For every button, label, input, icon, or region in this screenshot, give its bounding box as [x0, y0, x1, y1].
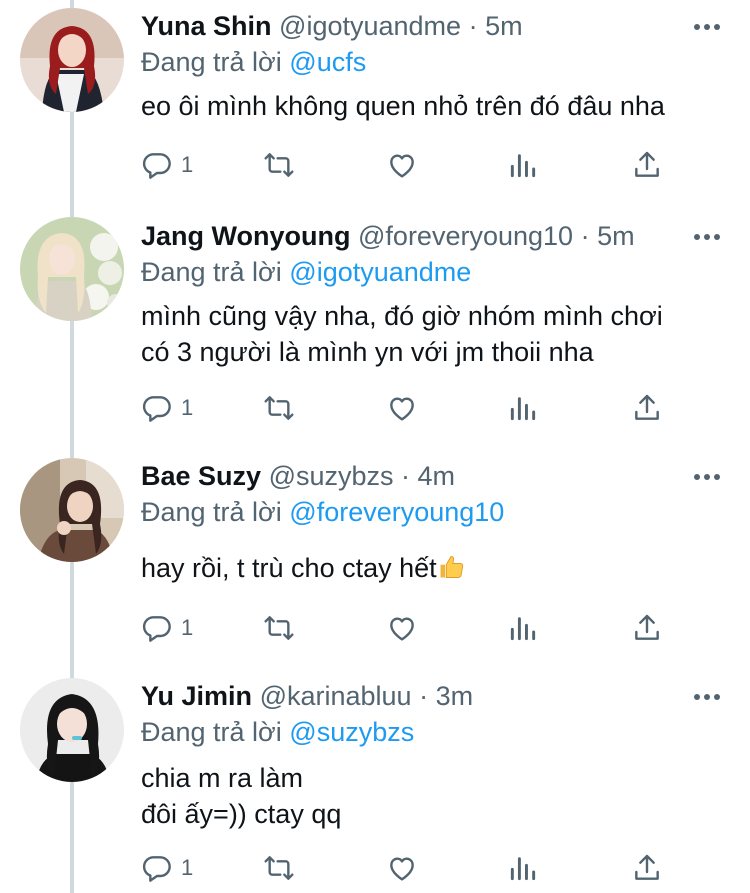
like-button[interactable] — [386, 848, 418, 888]
retweet-button[interactable] — [263, 388, 295, 428]
like-button[interactable] — [386, 388, 418, 428]
user-handle[interactable]: @suzybzs — [269, 461, 394, 491]
reply-count: 1 — [181, 615, 194, 640]
reply-context: Đang trả lời @igotyuandme — [141, 256, 471, 288]
display-name[interactable]: Yu Jimin — [141, 681, 252, 711]
reply-button[interactable]: 1 — [141, 145, 193, 185]
tweet-text-line: mình cũng vậy nha, đó giờ nhóm mình chơi — [141, 301, 663, 331]
analytics-icon — [510, 397, 536, 421]
avatar[interactable] — [20, 217, 124, 321]
reply-button[interactable]: 1 — [141, 848, 193, 888]
analytics-button[interactable] — [507, 608, 539, 648]
reply-context: Đang trả lời @ucfs — [141, 46, 366, 78]
timestamp[interactable]: · 3m — [419, 681, 473, 711]
more-options-icon[interactable] — [692, 222, 722, 252]
user-handle[interactable]: @karinabluu — [260, 681, 412, 711]
share-icon — [635, 614, 659, 640]
tweet-header: Jang Wonyoung @foreveryoung10 · 5m — [141, 220, 670, 252]
analytics-button[interactable] — [507, 848, 539, 888]
reply-icon — [142, 153, 171, 179]
tweet-text: eo ôi mình không quen nhỏ trên đó đâu nh… — [141, 88, 665, 124]
retweet-icon — [264, 616, 294, 640]
analytics-icon — [510, 617, 536, 641]
share-button[interactable] — [631, 388, 663, 428]
like-icon — [390, 397, 414, 421]
retweet-icon — [264, 396, 294, 420]
reply-prefix: Đang trả lời — [141, 497, 282, 527]
share-icon — [635, 394, 659, 420]
tweet-text: mình cũng vậy nha, đó giờ nhóm mình chơi… — [141, 298, 663, 370]
display-name[interactable]: Yuna Shin — [141, 11, 272, 41]
reply-icon — [142, 856, 171, 882]
avatar[interactable] — [20, 8, 124, 112]
retweet-button[interactable] — [263, 608, 295, 648]
tweet-text-line: chia m ra làm — [141, 763, 304, 793]
like-icon — [390, 857, 414, 881]
reply-prefix: Đang trả lời — [141, 717, 282, 747]
like-button[interactable] — [386, 145, 418, 185]
analytics-button[interactable] — [507, 145, 539, 185]
share-icon — [635, 854, 659, 880]
avatar[interactable] — [20, 458, 124, 562]
share-button[interactable] — [631, 608, 663, 648]
tweet-text-line: có 3 người là mình yn với jm thoii nha — [141, 337, 594, 367]
user-handle[interactable]: @foreveryoung10 — [358, 221, 573, 251]
reply-icon — [142, 396, 171, 422]
analytics-icon — [510, 154, 536, 178]
display-name[interactable]: Bae Suzy — [141, 461, 261, 491]
tweet-header: Yuna Shin @igotyuandme · 5m — [141, 10, 670, 42]
timestamp[interactable]: · 5m — [581, 221, 635, 251]
tweet-header: Yu Jimin @karinabluu · 3m — [141, 680, 670, 712]
mention-link[interactable]: @foreveryoung10 — [289, 497, 504, 527]
like-button[interactable] — [386, 608, 418, 648]
reply-button[interactable]: 1 — [141, 388, 193, 428]
share-button[interactable] — [631, 848, 663, 888]
analytics-icon — [510, 857, 536, 881]
reply-count: 1 — [181, 395, 194, 420]
reply-icon — [142, 616, 171, 642]
avatar[interactable] — [20, 678, 124, 782]
mention-link[interactable]: @suzybzs — [289, 717, 414, 747]
action-bar: 1 — [141, 608, 681, 648]
display-name[interactable]: Jang Wonyoung — [141, 221, 351, 251]
tweet-text-line: eo ôi mình không quen nhỏ trên đó đâu nh… — [141, 91, 665, 121]
tweet-header: Bae Suzy @suzybzs · 4m — [141, 460, 670, 492]
reply-context: Đang trả lời @suzybzs — [141, 716, 414, 748]
action-bar: 1 — [141, 388, 681, 428]
share-icon — [635, 151, 659, 177]
tweet-bae-suzy[interactable]: Bae Suzy @suzybzs · 4m Đang trả lời @for… — [0, 450, 750, 670]
reply-count: 1 — [181, 855, 194, 880]
retweet-button[interactable] — [263, 145, 295, 185]
tweet-yuna-shin[interactable]: Yuna Shin @igotyuandme · 5m Đang trả lời… — [0, 0, 750, 210]
more-options-icon[interactable] — [692, 462, 722, 492]
tweet-jang-wonyoung[interactable]: Jang Wonyoung @foreveryoung10 · 5m Đang … — [0, 210, 750, 450]
retweet-icon — [264, 856, 294, 880]
tweet-text: hay rồi, t trù cho ctay hết — [141, 550, 465, 586]
tweet-text: chia m ra làm đôi ấy=)) ctay qq — [141, 760, 341, 832]
timestamp[interactable]: · 5m — [469, 11, 523, 41]
reply-context: Đang trả lời @foreveryoung10 — [141, 496, 504, 528]
more-options-icon[interactable] — [692, 682, 722, 712]
reply-button[interactable]: 1 — [141, 608, 193, 648]
mention-link[interactable]: @igotyuandme — [289, 257, 471, 287]
thumbs-up-icon — [440, 556, 463, 578]
timestamp[interactable]: · 4m — [401, 461, 455, 491]
retweet-icon — [264, 153, 294, 177]
more-options-icon[interactable] — [692, 12, 722, 42]
analytics-button[interactable] — [507, 388, 539, 428]
tweet-text-line: đôi ấy=)) ctay qq — [141, 799, 342, 829]
share-button[interactable] — [631, 145, 663, 185]
reply-prefix: Đang trả lời — [141, 257, 282, 287]
reply-prefix: Đang trả lời — [141, 47, 282, 77]
action-bar: 1 — [141, 848, 681, 888]
mention-link[interactable]: @ucfs — [289, 47, 366, 77]
tweet-text-line: hay rồi, t trù cho ctay hết — [141, 553, 437, 583]
action-bar: 1 — [141, 145, 681, 185]
like-icon — [390, 154, 414, 178]
like-icon — [390, 617, 414, 641]
reply-count: 1 — [181, 152, 194, 177]
tweet-yu-jimin[interactable]: Yu Jimin @karinabluu · 3m Đang trả lời @… — [0, 670, 750, 893]
user-handle[interactable]: @igotyuandme — [279, 11, 461, 41]
retweet-button[interactable] — [263, 848, 295, 888]
